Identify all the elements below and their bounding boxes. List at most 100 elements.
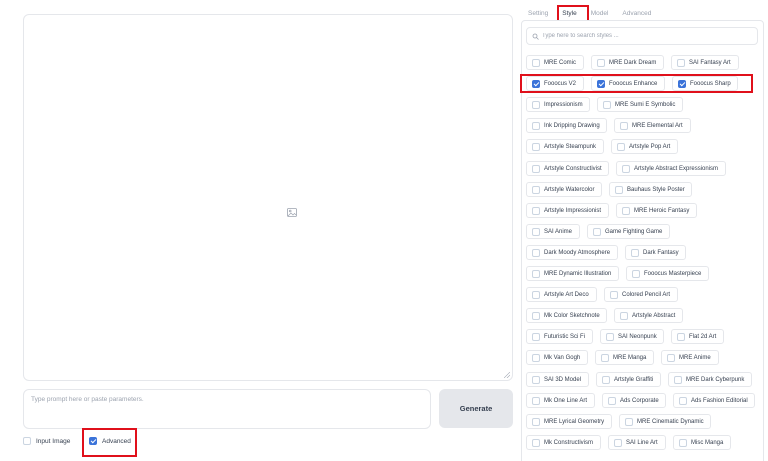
- style-option-checkbox[interactable]: [532, 290, 540, 299]
- style-option[interactable]: SAI Fantasy Art: [671, 55, 739, 70]
- style-option[interactable]: SAI Line Art: [608, 435, 666, 450]
- style-option-checkbox[interactable]: [667, 353, 675, 362]
- style-option-label: Artstyle Abstract Expressionism: [634, 165, 719, 172]
- resize-handle-icon[interactable]: [504, 372, 510, 378]
- style-option-checkbox[interactable]: [677, 58, 685, 67]
- style-option[interactable]: MRE Sumi E Symbolic: [597, 97, 683, 112]
- style-option[interactable]: Artstyle Watercolor: [526, 182, 602, 197]
- style-option[interactable]: SAI Anime: [526, 224, 580, 239]
- style-option[interactable]: Artstyle Graffiti: [596, 372, 661, 387]
- style-option-checkbox[interactable]: [532, 248, 540, 257]
- style-option[interactable]: MRE Dark Cyberpunk: [668, 372, 752, 387]
- style-option-checkbox[interactable]: [674, 375, 682, 384]
- style-option[interactable]: Bauhaus Style Poster: [609, 182, 692, 197]
- style-option[interactable]: Fooocus Masterpiece: [626, 266, 709, 281]
- style-option-checkbox[interactable]: [632, 269, 640, 278]
- style-option-checkbox[interactable]: [625, 417, 633, 426]
- style-option-checkbox[interactable]: [597, 58, 605, 67]
- style-option-checkbox[interactable]: [617, 142, 625, 151]
- style-option-checkbox[interactable]: [532, 375, 540, 384]
- style-option[interactable]: MRE Heroic Fantasy: [616, 203, 697, 218]
- style-option-checkbox[interactable]: [679, 396, 687, 405]
- style-option-label: MRE Manga: [613, 354, 647, 361]
- style-option-checkbox[interactable]: [603, 100, 611, 109]
- style-option[interactable]: Colored Pencil Art: [604, 287, 678, 302]
- style-option[interactable]: Misc Manga: [673, 435, 731, 450]
- style-option-checkbox[interactable]: [532, 206, 540, 215]
- style-option[interactable]: Mk Constructivism: [526, 435, 601, 450]
- style-option[interactable]: Futuristic Sci Fi: [526, 329, 593, 344]
- style-option[interactable]: MRE Cinematic Dynamic: [619, 414, 711, 429]
- style-option-checkbox[interactable]: [608, 396, 616, 405]
- style-option-checkbox[interactable]: [606, 332, 614, 341]
- style-option-checkbox[interactable]: [620, 311, 628, 320]
- style-option-checkbox[interactable]: [532, 332, 540, 341]
- input-image-checkbox[interactable]: Input Image: [23, 436, 70, 446]
- style-option-checkbox[interactable]: [601, 353, 609, 362]
- style-option-checkbox[interactable]: [631, 248, 639, 257]
- style-search-input[interactable]: [542, 33, 752, 39]
- style-option-label: MRE Lyrical Geometry: [544, 418, 605, 425]
- style-option-checkbox[interactable]: [532, 121, 540, 130]
- style-option[interactable]: MRE Comic: [526, 55, 584, 70]
- style-option-checkbox[interactable]: [677, 332, 685, 341]
- style-option[interactable]: Artstyle Abstract Expressionism: [616, 161, 726, 176]
- style-option[interactable]: MRE Lyrical Geometry: [526, 414, 612, 429]
- style-option-checkbox[interactable]: [614, 438, 622, 447]
- style-option-checkbox[interactable]: [532, 227, 540, 236]
- style-option[interactable]: Ads Corporate: [602, 393, 666, 408]
- style-option[interactable]: MRE Dynamic Illustration: [526, 266, 619, 281]
- style-option-checkbox[interactable]: [532, 396, 540, 405]
- style-option-checkbox[interactable]: [532, 417, 540, 426]
- style-option-label: Ads Fashion Editorial: [691, 397, 748, 404]
- style-option-checkbox[interactable]: [620, 121, 628, 130]
- style-option-checkbox[interactable]: [532, 185, 540, 194]
- style-option-label: SAI Line Art: [626, 439, 658, 446]
- style-option[interactable]: MRE Anime: [661, 350, 719, 365]
- style-option-checkbox[interactable]: [602, 375, 610, 384]
- style-option-checkbox[interactable]: [532, 164, 540, 173]
- prompt-input[interactable]: [24, 390, 430, 428]
- input-image-checkbox-box[interactable]: [23, 437, 31, 445]
- style-option-checkbox[interactable]: [622, 164, 630, 173]
- image-canvas[interactable]: [23, 14, 513, 381]
- style-option-checkbox[interactable]: [532, 353, 540, 362]
- style-option[interactable]: Artstyle Pop Art: [611, 139, 678, 154]
- generate-button[interactable]: Generate: [439, 389, 513, 428]
- style-option-checkbox[interactable]: [532, 311, 540, 320]
- style-option[interactable]: Mk One Line Art: [526, 393, 595, 408]
- style-option-checkbox[interactable]: [593, 227, 601, 236]
- style-option-checkbox[interactable]: [532, 269, 540, 278]
- style-option[interactable]: SAI 3D Model: [526, 372, 589, 387]
- style-option-label: MRE Heroic Fantasy: [634, 207, 690, 214]
- style-option[interactable]: Flat 2d Art: [671, 329, 724, 344]
- style-option[interactable]: Artstyle Abstract: [614, 308, 683, 323]
- style-option[interactable]: MRE Manga: [595, 350, 654, 365]
- style-option-checkbox[interactable]: [679, 438, 687, 447]
- style-option[interactable]: Artstyle Art Deco: [526, 287, 597, 302]
- style-option[interactable]: Dark Moody Atmosphere: [526, 245, 618, 260]
- style-option[interactable]: SAI Neonpunk: [600, 329, 664, 344]
- style-option[interactable]: Game Fighting Game: [587, 224, 670, 239]
- style-option-checkbox[interactable]: [610, 290, 618, 299]
- style-option-label: Artstyle Constructivist: [544, 165, 602, 172]
- style-option[interactable]: Mk Van Gogh: [526, 350, 588, 365]
- style-option[interactable]: Ink Dripping Drawing: [526, 118, 607, 133]
- style-option-checkbox[interactable]: [615, 185, 623, 194]
- style-option[interactable]: Artstyle Impressionist: [526, 203, 609, 218]
- style-option-label: Artstyle Art Deco: [544, 291, 589, 298]
- style-option[interactable]: Artstyle Steampunk: [526, 139, 604, 154]
- style-option-checkbox[interactable]: [532, 58, 540, 67]
- style-option-checkbox[interactable]: [532, 142, 540, 151]
- style-option[interactable]: Dark Fantasy: [625, 245, 686, 260]
- style-option-checkbox[interactable]: [532, 100, 540, 109]
- style-option[interactable]: Ads Fashion Editorial: [673, 393, 755, 408]
- style-option[interactable]: MRE Elemental Art: [614, 118, 691, 133]
- style-option[interactable]: Artstyle Constructivist: [526, 161, 609, 176]
- style-option-checkbox[interactable]: [532, 438, 540, 447]
- style-option[interactable]: Mk Color Sketchnote: [526, 308, 607, 323]
- style-option-label: Dark Fantasy: [643, 249, 679, 256]
- style-option-checkbox[interactable]: [622, 206, 630, 215]
- style-option[interactable]: Impressionism: [526, 97, 590, 112]
- style-option[interactable]: MRE Dark Dream: [591, 55, 664, 70]
